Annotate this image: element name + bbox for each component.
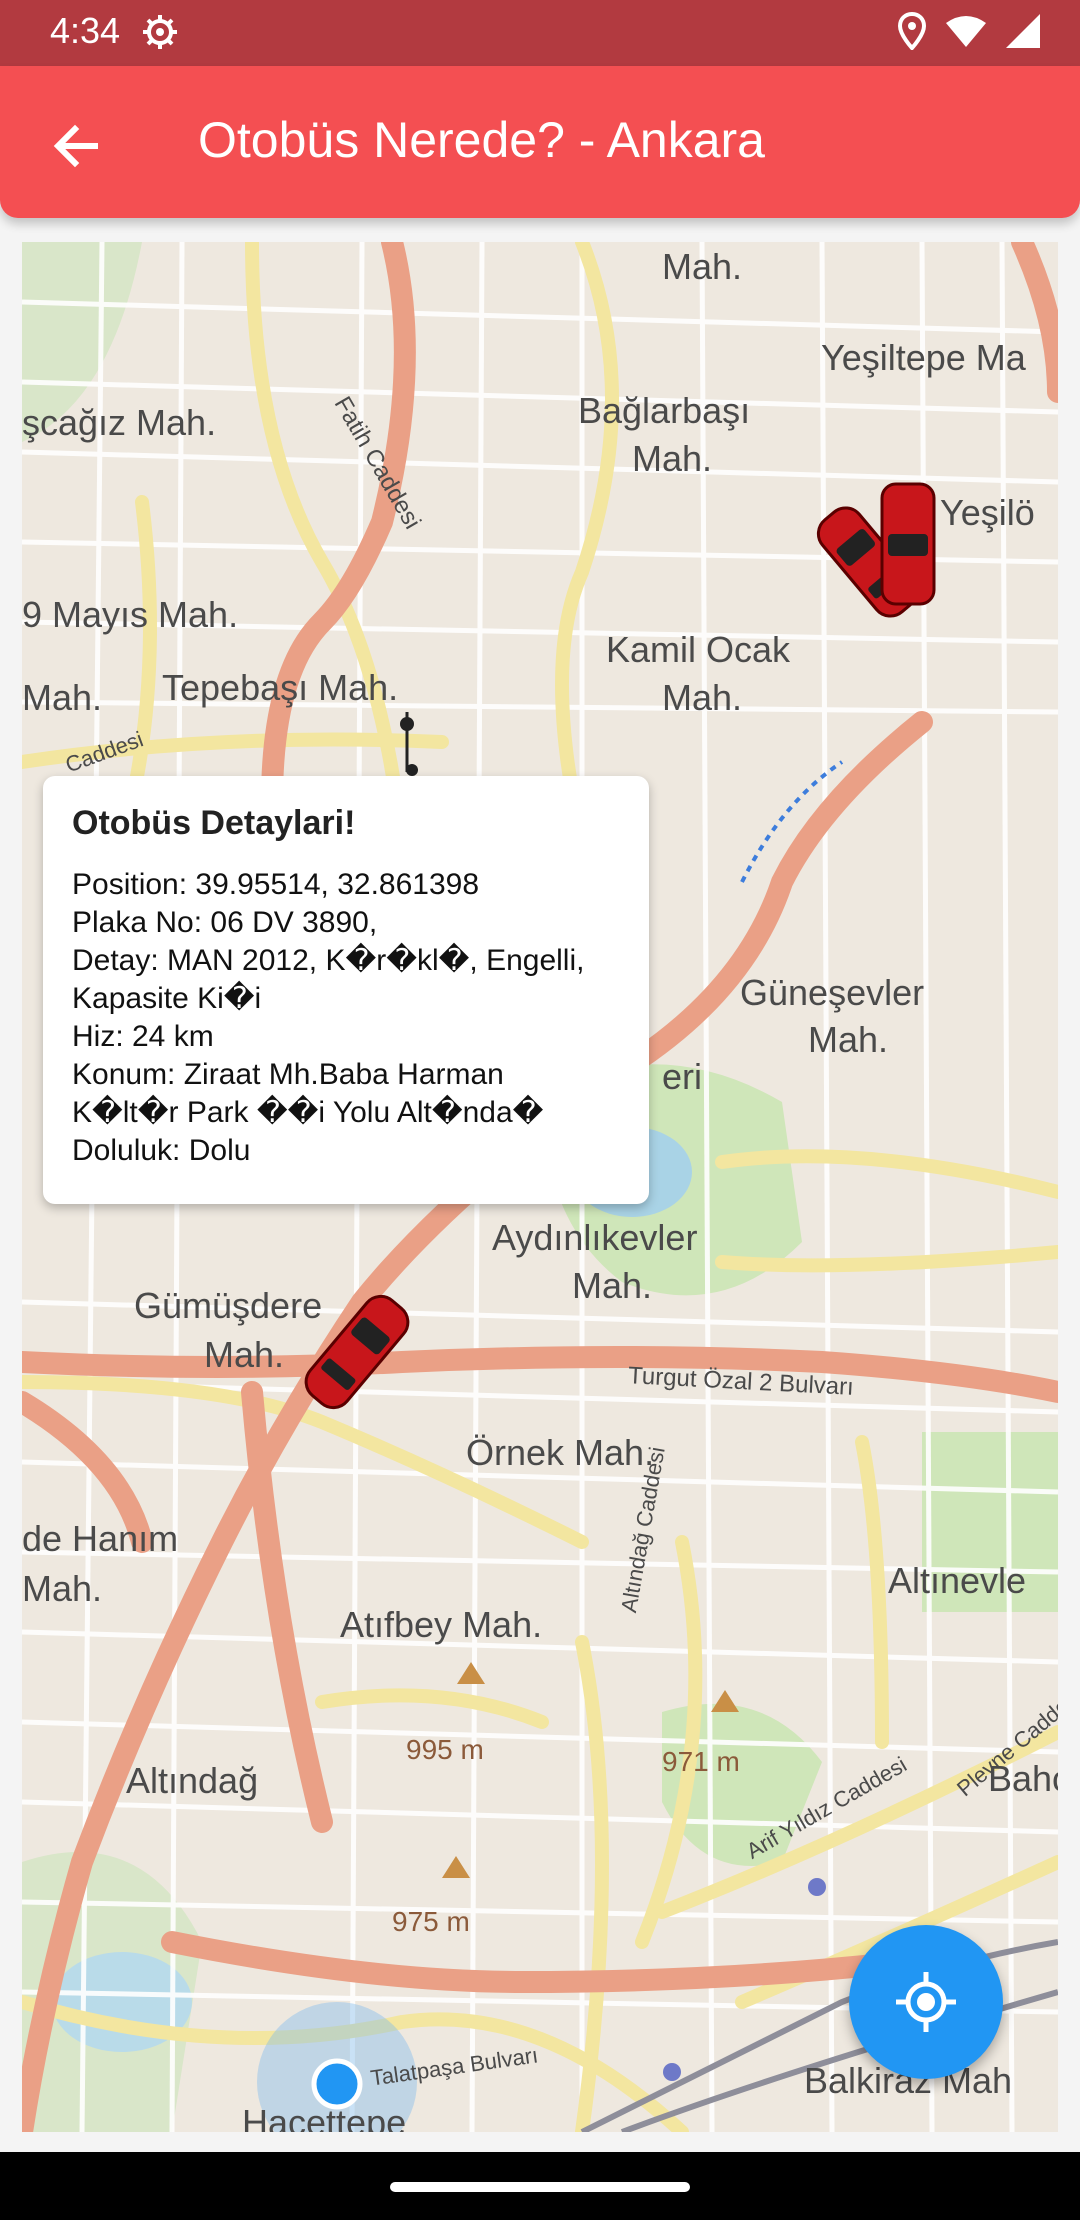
status-bar: 4:34 (0, 0, 1080, 66)
map-label: Altınevle (888, 1560, 1027, 1601)
home-gesture-handle[interactable] (390, 2182, 690, 2192)
map-label: şcağız Mah. (22, 402, 217, 443)
page-title: Otobüs Nerede? - Ankara (198, 112, 765, 168)
my-location-icon (896, 1972, 956, 2032)
system-nav-bar (0, 2152, 1080, 2220)
elevation-label: 971 m (662, 1746, 740, 1777)
elevation-label: 975 m (392, 1906, 470, 1937)
map-label: Atıfbey Mah. (340, 1604, 543, 1645)
map-label: Altındağ (126, 1760, 259, 1801)
red-car-marker-icon[interactable] (282, 1282, 432, 1422)
map-label: Mah. (22, 1568, 103, 1609)
elevation-label: 995 m (406, 1734, 484, 1765)
map-label: de Hanım (22, 1518, 179, 1559)
status-time: 4:34 (50, 10, 121, 51)
wifi-icon (946, 16, 986, 47)
map-label: Mah. (632, 438, 713, 479)
map-label: Mah. (662, 246, 743, 287)
popup-title: Otobüs Detaylari! (72, 804, 356, 842)
location-pin-icon (898, 12, 926, 50)
red-car-marker-icon[interactable] (778, 482, 958, 642)
map-label: Mah. (572, 1265, 653, 1306)
map-label: 9 Mayıs Mah. (22, 594, 239, 635)
map-label: Örnek Mah. (466, 1432, 655, 1473)
map-label: Güneşevler (740, 972, 925, 1013)
arrow-back-icon (53, 124, 98, 168)
my-location-button[interactable] (849, 1925, 1003, 2079)
popup-details: Position: 39.95514, 32.861398 Plaka No: … (72, 868, 585, 1167)
map-label: Tepebaşı Mah. (162, 667, 399, 708)
map-label: eri (662, 1056, 703, 1097)
back-button[interactable] (40, 111, 110, 181)
bus-info-popup: Otobüs Detaylari! Position: 39.95514, 32… (43, 776, 649, 1204)
map-label: Mah. (662, 677, 743, 718)
map-label: Mah. (204, 1334, 285, 1375)
settings-gear-icon (143, 15, 177, 49)
map-label: Bağlarbaşı (578, 390, 751, 431)
app-bar: Otobüs Nerede? - Ankara (0, 66, 1080, 218)
map-label: Mah. (808, 1019, 889, 1060)
map-label: Kamil Ocak (606, 629, 791, 670)
map-label: Yeşiltepe Ma (821, 337, 1026, 378)
map-label: Mah. (22, 677, 103, 718)
map-label: Aydınlıkevler (492, 1217, 698, 1258)
map-label: Hacettepe (242, 2102, 407, 2132)
signal-icon (1006, 14, 1040, 48)
